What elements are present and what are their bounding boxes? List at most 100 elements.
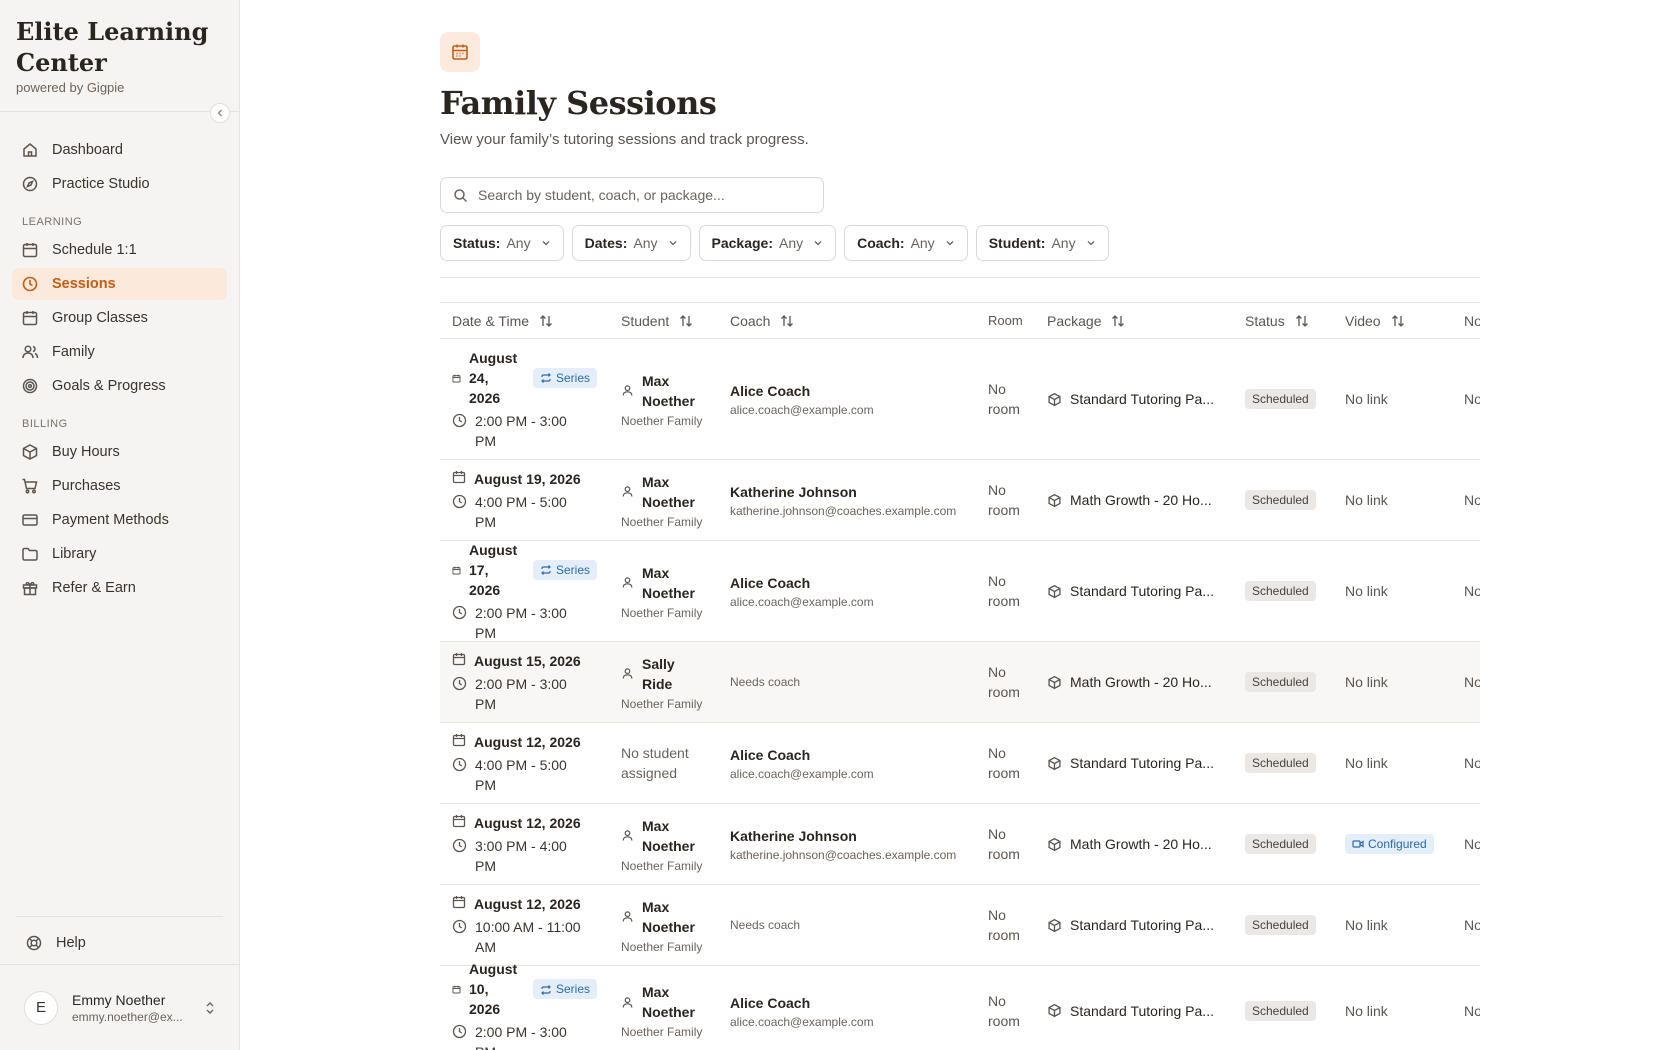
filter-student[interactable]: Student: Any xyxy=(975,225,1109,261)
sidebar-item-payment-methods[interactable]: Payment Methods xyxy=(12,504,227,536)
search-input[interactable] xyxy=(478,187,798,203)
column-header-no: No xyxy=(1452,313,1480,329)
table-row[interactable]: August 12, 2026 10:00 AM - 11:00 AM Max No… xyxy=(440,885,1480,966)
session-date: August 17, 2026 xyxy=(469,541,518,598)
filter-coach[interactable]: Coach: Any xyxy=(844,225,968,261)
sort-icon[interactable] xyxy=(780,314,794,328)
session-time: 2:00 PM - 3:00 PM xyxy=(475,1024,567,1050)
room-cell: No room xyxy=(976,571,1035,611)
sort-icon[interactable] xyxy=(1295,314,1309,328)
sidebar-item-schedule[interactable]: Schedule 1:1 xyxy=(12,234,227,266)
package-cell: Math Growth - 20 Ho... xyxy=(1035,836,1233,852)
student-name: Sally Ride xyxy=(642,655,675,692)
sort-icon[interactable] xyxy=(539,314,553,328)
package-cell: Standard Tutoring Pa... xyxy=(1035,583,1233,599)
user-email: emmy.noether@ex... xyxy=(72,1009,183,1024)
sidebar-item-buy-hours[interactable]: Buy Hours xyxy=(12,436,227,468)
room-cell: No room xyxy=(976,824,1035,864)
user-name: Emmy Noether xyxy=(72,991,166,1008)
filter-package[interactable]: Package: Any xyxy=(698,225,837,261)
student-name: Max Noether xyxy=(642,372,695,409)
video-status: No link xyxy=(1345,917,1388,933)
coach-cell: Needs coach xyxy=(718,918,976,932)
session-date: August 12, 2026 xyxy=(474,733,581,750)
table-row[interactable]: August 10, 2026 Series 2:00 PM - 3:00 PM Ma… xyxy=(440,961,1480,1050)
column-header-video: Video xyxy=(1333,313,1452,329)
avatar: E xyxy=(24,990,58,1025)
chevron-up-down-icon xyxy=(204,1001,216,1018)
date-cell: August 12, 2026 3:00 PM - 4:00 PM xyxy=(440,813,609,876)
clock-icon xyxy=(452,838,467,853)
date-cell: August 19, 2026 4:00 PM - 5:00 PM xyxy=(440,469,609,532)
filter-label: Student: xyxy=(988,235,1046,251)
chevron-down-icon xyxy=(945,238,955,248)
filter-value: Any xyxy=(910,235,935,251)
table-header: Date & Time Student Coach Room Package S… xyxy=(440,302,1480,339)
clock-icon xyxy=(452,757,467,772)
filter-value: Any xyxy=(1051,235,1076,251)
package-name: Standard Tutoring Pa... xyxy=(1070,391,1214,407)
package-icon xyxy=(1047,493,1062,508)
student-name: Max Noether xyxy=(642,984,695,1020)
package-icon xyxy=(1047,675,1062,690)
no-text: No xyxy=(1464,492,1480,508)
status-cell: Scheduled xyxy=(1233,834,1333,854)
calendar-icon xyxy=(452,470,466,484)
user-icon xyxy=(621,996,634,1009)
repeat-icon xyxy=(540,564,552,576)
student-cell: Max Noether Noether Family xyxy=(609,816,718,873)
sort-icon[interactable] xyxy=(1391,314,1405,328)
sidebar-item-help[interactable]: Help xyxy=(16,927,223,959)
sessions-table: Date & Time Student Coach Room Package S… xyxy=(440,302,1480,1050)
status-cell: Scheduled xyxy=(1233,915,1333,935)
calendar-icon xyxy=(452,652,466,666)
series-badge: Series xyxy=(533,559,598,580)
video-cell: No link xyxy=(1333,1003,1452,1019)
sort-icon[interactable] xyxy=(679,314,693,328)
sidebar-item-refer-earn[interactable]: Refer & Earn xyxy=(12,572,227,604)
clock-icon xyxy=(452,494,467,509)
filter-dates[interactable]: Dates: Any xyxy=(571,225,691,261)
session-time: 10:00 AM - 11:00 AM xyxy=(475,918,581,955)
date-cell: August 24, 2026 Series 2:00 PM - 3:00 PM xyxy=(440,348,609,451)
room-cell: No room xyxy=(976,662,1035,702)
sidebar-item-goals[interactable]: Goals & Progress xyxy=(12,370,227,402)
sidebar-item-library[interactable]: Library xyxy=(12,538,227,570)
no-cell: No xyxy=(1452,674,1480,690)
table-row[interactable]: August 15, 2026 2:00 PM - 3:00 PM Sally Ri… xyxy=(440,642,1480,723)
sidebar-item-practice-studio[interactable]: Practice Studio xyxy=(12,168,227,200)
no-cell: No xyxy=(1452,583,1480,599)
session-date: August 12, 2026 xyxy=(474,895,581,912)
table-row[interactable]: August 24, 2026 Series 2:00 PM - 3:00 PM Ma… xyxy=(440,339,1480,460)
chevron-down-icon xyxy=(541,238,551,248)
coach-cell: Alice Coach alice.coach@example.com xyxy=(718,993,976,1029)
table-row[interactable]: August 12, 2026 3:00 PM - 4:00 PM Max Noet… xyxy=(440,804,1480,885)
sidebar-item-family[interactable]: Family xyxy=(12,336,227,368)
sort-icon[interactable] xyxy=(1111,314,1125,328)
sidebar-item-dashboard[interactable]: Dashboard xyxy=(12,134,227,166)
session-date: August 24, 2026 xyxy=(469,349,518,406)
table-row[interactable]: August 17, 2026 Series 2:00 PM - 3:00 PM Ma… xyxy=(440,541,1480,642)
sidebar-item-label: Buy Hours xyxy=(52,444,120,460)
student-cell: Max Noether Noether Family xyxy=(609,982,718,1039)
sidebar-item-purchases[interactable]: Purchases xyxy=(12,470,227,502)
no-student-text: No student assigned xyxy=(621,745,689,781)
video-status: No link xyxy=(1345,1002,1388,1019)
sidebar-item-sessions[interactable]: Sessions xyxy=(12,268,227,300)
coach-cell: Katherine Johnson katherine.johnson@coach… xyxy=(718,482,976,518)
filter-status[interactable]: Status: Any xyxy=(440,225,564,261)
no-text: No xyxy=(1464,755,1480,771)
status-badge: Scheduled xyxy=(1245,834,1316,854)
sidebar-item-group-classes[interactable]: Group Classes xyxy=(12,302,227,334)
table-row[interactable]: August 19, 2026 4:00 PM - 5:00 PM Max Noet… xyxy=(440,460,1480,541)
video-cell: No link xyxy=(1333,492,1452,508)
collapse-sidebar-button[interactable] xyxy=(210,103,230,123)
column-label: Status xyxy=(1245,312,1285,329)
chevron-down-icon xyxy=(1086,238,1096,248)
video-configured-badge[interactable]: Configured xyxy=(1345,834,1434,854)
video-cell: No link xyxy=(1333,583,1452,599)
filter-label: Status: xyxy=(453,235,501,251)
table-row[interactable]: August 12, 2026 4:00 PM - 5:00 PM No stude… xyxy=(440,723,1480,804)
session-time: 3:00 PM - 4:00 PM xyxy=(475,837,567,874)
user-menu[interactable]: E Emmy Noether emmy.noether@ex... xyxy=(0,964,240,1050)
